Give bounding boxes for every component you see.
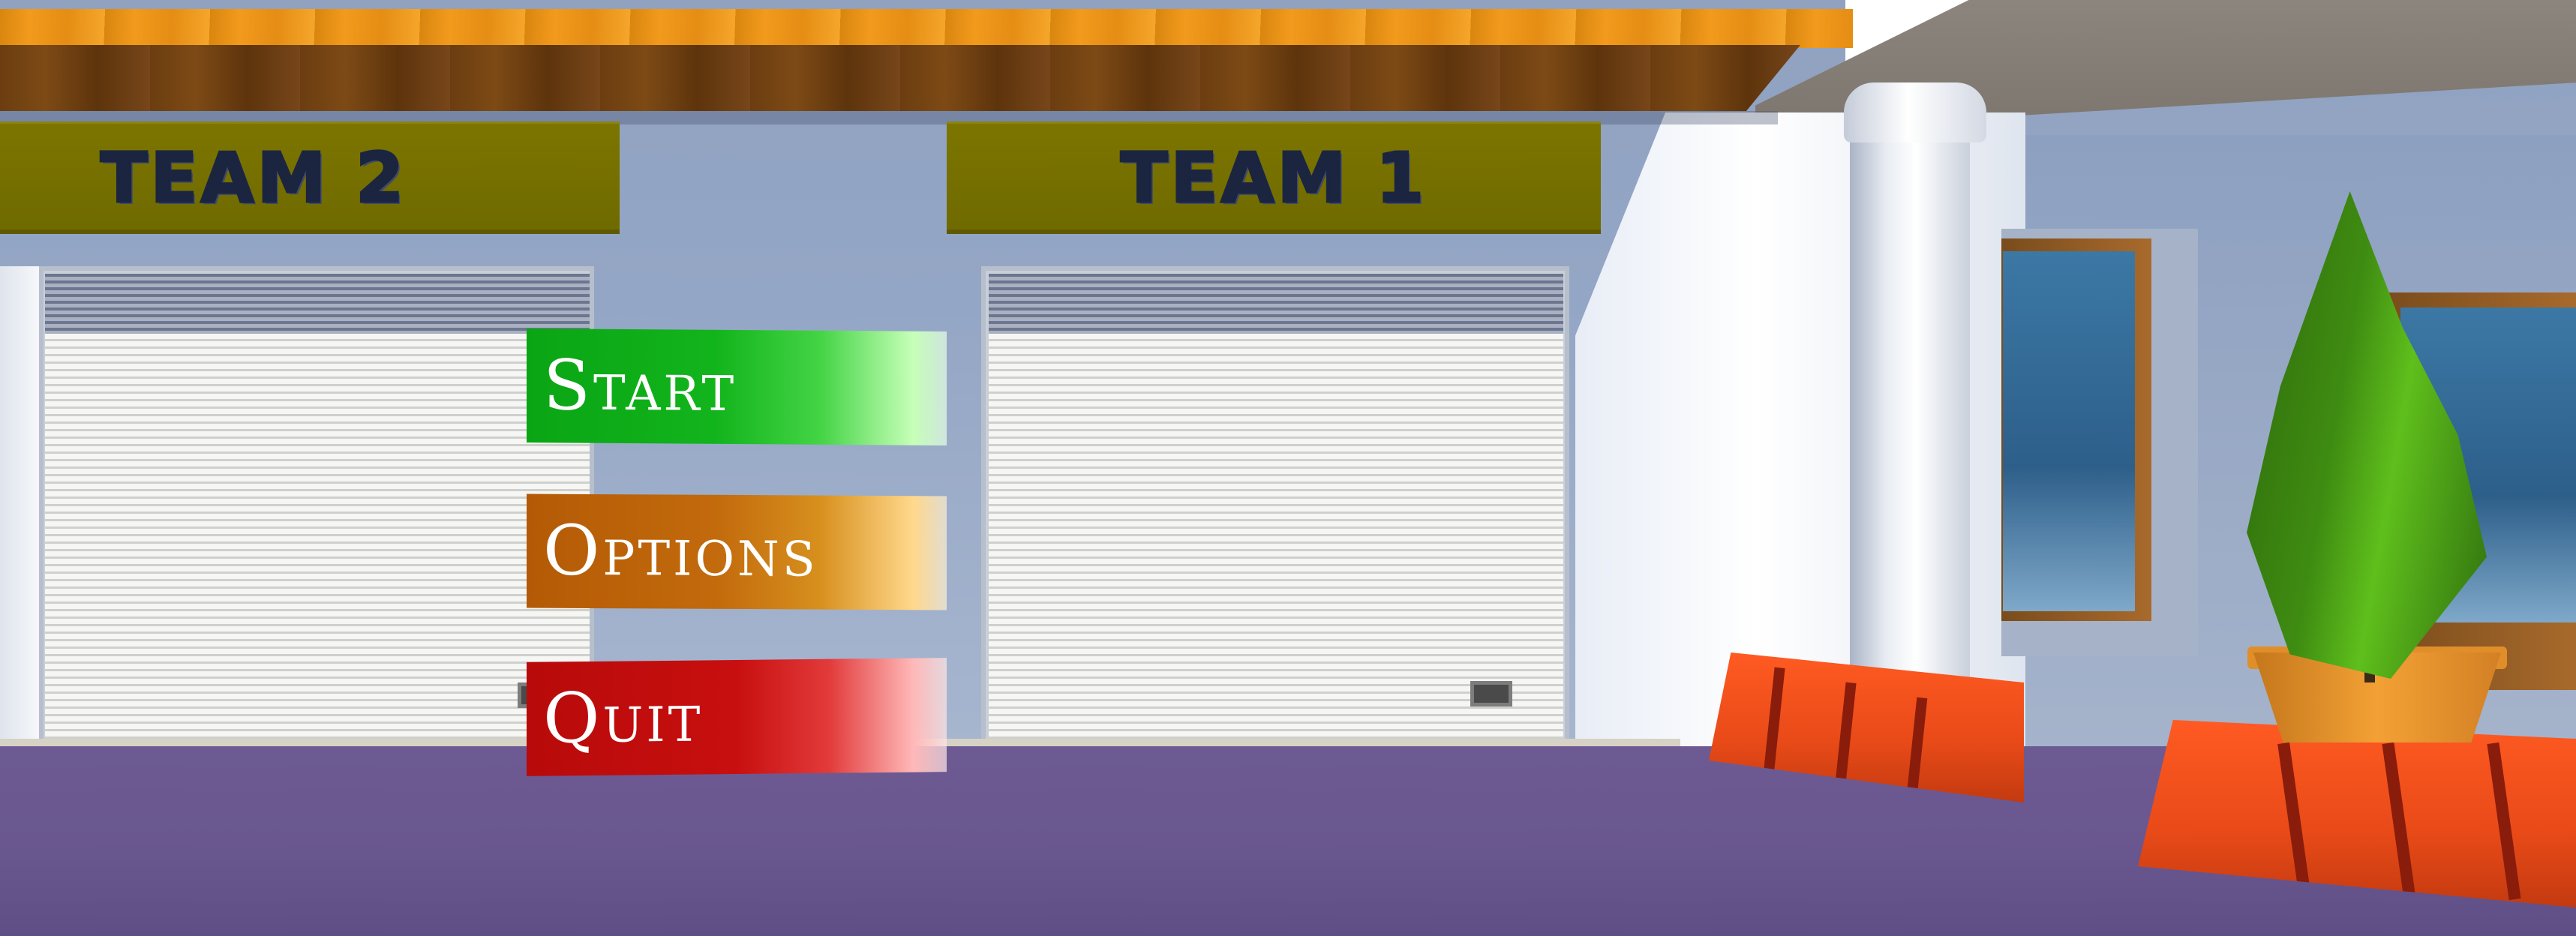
start-button[interactable]: Start [527, 328, 947, 446]
garage-door-team-1-housing [989, 274, 1563, 334]
barrier-stripe [2382, 742, 2416, 901]
team-1-sign-label: TEAM 1 [1119, 136, 1428, 219]
barrier-stripe [1763, 667, 1785, 777]
team-1-sign: TEAM 1 [947, 122, 1601, 234]
roof-top [0, 9, 1853, 48]
team-2-sign: TEAM 2 [0, 122, 620, 234]
barrier-stripe [2277, 742, 2310, 893]
options-button-label: Options [543, 510, 818, 592]
building-column [1850, 120, 1970, 750]
left-pillar [0, 266, 41, 746]
garage-door-team-2 [45, 334, 590, 739]
quit-button-label: Quit [543, 676, 704, 759]
roof-beam [0, 45, 1800, 111]
options-button[interactable]: Options [527, 494, 947, 610]
game-scene: TEAM 2 TEAM 1 Start Options Quit [0, 0, 2576, 936]
barrier-stripe [2487, 742, 2521, 901]
column-capital [1844, 82, 1986, 142]
start-button-label: Start [543, 345, 737, 428]
barrier-stripe [1834, 682, 1857, 792]
barrier-stripe [1905, 697, 1928, 802]
garage-door-team-2-housing [45, 274, 590, 334]
team-2-sign-label: TEAM 2 [99, 136, 407, 219]
window-left-glass [2003, 251, 2135, 611]
garage-door-team-1-vent [1470, 681, 1512, 706]
garage-door-team-1 [989, 334, 1563, 739]
quit-button[interactable]: Quit [527, 658, 947, 776]
